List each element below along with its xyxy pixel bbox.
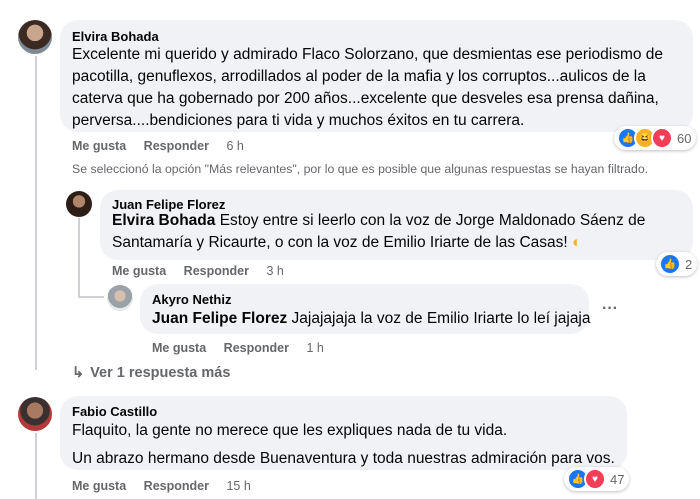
reply-bubble: Juan Felipe Florez Elvira Bohada Estoy e… <box>100 190 693 260</box>
crescent-moon-emoji: ◐ <box>572 234 582 251</box>
view-more-label: Ver 1 respuesta más <box>90 365 231 381</box>
mention-tag[interactable]: Juan Felipe Florez <box>152 310 287 327</box>
reply-button[interactable]: Responder <box>224 341 289 355</box>
avatar[interactable] <box>18 20 52 54</box>
like-button[interactable]: Me gusta <box>152 341 206 355</box>
reply-text: Elvira Bohada Estoy entre si leerlo con … <box>112 210 687 254</box>
timestamp[interactable]: 1 h <box>306 341 323 355</box>
thread-line-reply-curve <box>78 296 104 298</box>
reaction-count: 60 <box>677 130 692 146</box>
thread-line-main <box>35 56 37 370</box>
like-button[interactable]: Me gusta <box>112 264 166 278</box>
reply-body: Jajajajaja la voz de Emilio Iriarte lo l… <box>291 310 591 327</box>
more-options-icon[interactable]: ··· <box>602 300 618 318</box>
reaction-count: 2 <box>685 256 693 272</box>
timestamp[interactable]: 3 h <box>266 264 283 278</box>
view-more-replies[interactable]: ↳ Ver 1 respuesta más <box>72 365 230 381</box>
reply-actions: Me gusta Responder 1 h <box>152 341 338 355</box>
comment-actions: Me gusta Responder 15 h <box>72 479 265 493</box>
reply-button[interactable]: Responder <box>184 264 249 278</box>
like-button[interactable]: Me gusta <box>72 479 126 493</box>
love-icon: ♥ <box>651 127 673 149</box>
reply-actions: Me gusta Responder 3 h <box>112 264 298 278</box>
comment-text: Excelente mi querido y admirado Flaco So… <box>72 46 664 129</box>
avatar[interactable] <box>66 191 92 217</box>
timestamp[interactable]: 6 h <box>226 139 243 153</box>
comment-text-line1: Flaquito, la gente no merece que les exp… <box>72 422 508 439</box>
love-icon: ♥ <box>584 468 606 490</box>
comment-text-line2: Un abrazo hermano desde Buenaventura y t… <box>72 450 615 467</box>
avatar[interactable] <box>18 397 52 431</box>
reply-button[interactable]: Responder <box>144 479 209 493</box>
thread-line-reply <box>78 218 80 298</box>
filter-notice: Se seleccionó la opción "Más relevantes"… <box>72 162 649 176</box>
reply-button[interactable]: Responder <box>144 139 209 153</box>
comment-bubble: Fabio Castillo Flaquito, la gente no mer… <box>60 396 627 470</box>
mention-tag[interactable]: Elvira Bohada <box>112 212 215 229</box>
comment-author[interactable]: Elvira Bohada <box>72 29 159 44</box>
comment-author[interactable]: Fabio Castillo <box>72 404 157 419</box>
like-icon: 👍 <box>659 253 681 275</box>
timestamp[interactable]: 15 h <box>226 479 250 493</box>
reaction-summary[interactable]: 👍 ♥ 47 <box>564 467 630 491</box>
thread-line-main-2 <box>35 433 37 499</box>
comment-actions: Me gusta Responder 6 h <box>72 139 258 153</box>
reply-arrow-icon: ↳ <box>72 365 85 381</box>
like-button[interactable]: Me gusta <box>72 139 126 153</box>
reaction-count: 47 <box>610 471 625 487</box>
reaction-summary[interactable]: 👍 😆 ♥ 60 <box>614 126 697 150</box>
reply-author[interactable]: Akyro Nethiz <box>152 292 231 307</box>
reply-text: Juan Felipe Florez Jajajajaja la voz de … <box>152 308 591 330</box>
avatar[interactable] <box>107 285 133 311</box>
reaction-summary[interactable]: 👍 2 <box>656 252 698 276</box>
reply-bubble: Akyro Nethiz Juan Felipe Florez Jajajaja… <box>140 284 591 334</box>
comment-bubble: Elvira Bohada Excelente mi querido y adm… <box>60 20 693 132</box>
